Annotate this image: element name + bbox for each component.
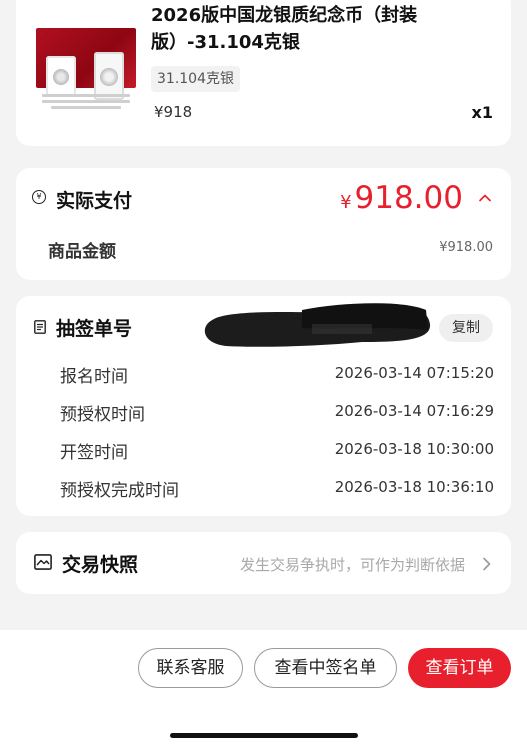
payment-title: 实际支付	[56, 190, 133, 212]
row-label: 报名时间	[60, 367, 128, 387]
copy-button[interactable]: 复制	[439, 314, 493, 342]
snapshot-hint: 发生交易争执时，可作为判断依据	[239, 556, 465, 574]
snapshot-title: 交易快照	[62, 554, 139, 576]
spec-tag: 31.104克银	[151, 66, 240, 92]
payment-amount[interactable]: ¥918.00	[340, 178, 463, 223]
goods-amount-value: ¥918.00	[439, 240, 493, 255]
currency-symbol: ¥	[340, 192, 352, 213]
trade-snapshot-row[interactable]: 交易快照 发生交易争执时，可作为判断依据	[16, 532, 511, 594]
row-value: 2026-03-18 10:36:10	[334, 478, 494, 496]
row-value: 2026-03-14 07:16:29	[334, 402, 494, 420]
row-label: 预授权时间	[60, 405, 145, 425]
lottery-title: 抽签单号	[56, 318, 133, 340]
bottom-action-bar: 联系客服 查看中签名单 查看订单	[0, 630, 527, 750]
chevron-up-icon[interactable]	[479, 192, 491, 204]
product-title[interactable]: 2026版中国龙银质纪念币（封装版）-31.104克银	[151, 2, 451, 56]
row-value: 2026-03-18 10:30:00	[334, 440, 494, 458]
draw-time-row: 开签时间 2026-03-18 10:30:00	[60, 438, 494, 463]
row-value: 2026-03-14 07:15:20	[334, 364, 494, 382]
order-detail-page: 2026版中国龙银质纪念币（封装版）-31.104克银 31.104克银 ¥91…	[0, 0, 527, 750]
lottery-card: 抽签单号 复制 报名时间 2026-03-14 07:15:20 预授权时间 2…	[16, 296, 511, 516]
product-quantity: x1	[471, 103, 493, 122]
view-order-button[interactable]: 查看订单	[408, 648, 511, 688]
chevron-right-icon[interactable]	[482, 557, 491, 571]
thumb-text-line	[51, 106, 121, 109]
view-winning-list-button[interactable]: 查看中签名单	[254, 648, 397, 688]
row-label: 预授权完成时间	[60, 481, 179, 501]
product-price: ¥918	[154, 103, 193, 121]
thumb-text-line	[42, 100, 130, 103]
goods-amount-label: 商品金额	[48, 242, 116, 262]
product-photo	[36, 28, 136, 100]
yen-circle-icon: ¥	[32, 190, 46, 204]
product-card[interactable]: 2026版中国龙银质纪念币（封装版）-31.104克银 31.104克银 ¥91…	[16, 0, 511, 146]
home-indicator[interactable]	[170, 733, 358, 738]
amount-value: 918.00	[354, 180, 463, 216]
contact-service-button[interactable]: 联系客服	[138, 648, 243, 688]
coin-box-right	[94, 52, 124, 100]
preauth-complete-time-row: 预授权完成时间 2026-03-18 10:36:10	[60, 476, 494, 501]
product-thumbnail[interactable]	[36, 10, 136, 110]
doc-icon	[34, 320, 46, 334]
row-label: 开签时间	[60, 443, 128, 463]
redacted-order-number	[204, 303, 431, 347]
coin-box-left	[46, 56, 76, 96]
thumb-text-line	[42, 94, 130, 97]
image-frame-icon	[34, 554, 52, 570]
preauth-time-row: 预授权时间 2026-03-14 07:16:29	[60, 400, 494, 425]
signup-time-row: 报名时间 2026-03-14 07:15:20	[60, 362, 494, 387]
payment-card: ¥ 实际支付 ¥918.00 商品金额 ¥918.00	[16, 168, 511, 280]
